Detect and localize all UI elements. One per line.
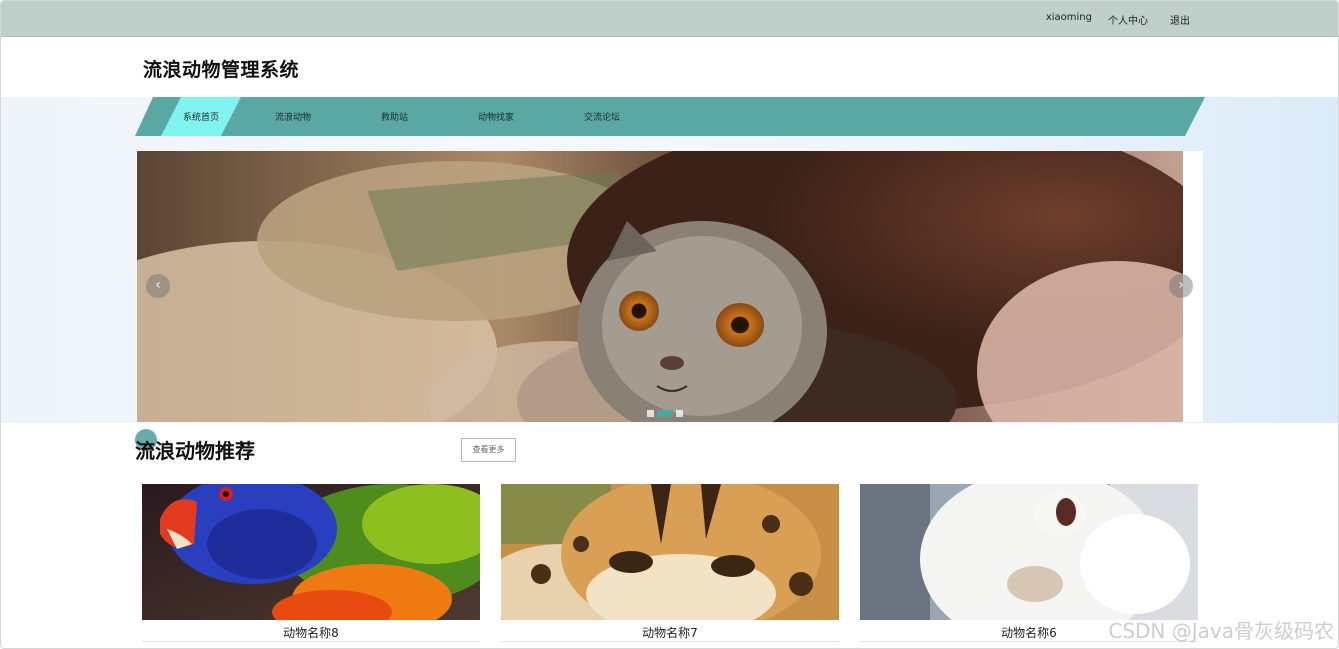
banner-indicators xyxy=(647,410,683,417)
card-divider xyxy=(142,641,480,642)
banner-carousel: ‹ › xyxy=(137,151,1203,422)
animal-name: 动物名称7 xyxy=(642,626,698,640)
user-links: xiaoming 个人中心 退出 xyxy=(1046,12,1190,27)
ocelot-image xyxy=(501,484,839,620)
animal-card-7[interactable]: 动物名称7 xyxy=(501,484,839,644)
logout-link[interactable]: 退出 xyxy=(1170,12,1190,27)
nav-item-home[interactable]: 系统首页 xyxy=(183,110,219,123)
card-divider xyxy=(501,641,839,642)
top-bar: xiaoming 个人中心 退出 xyxy=(1,1,1338,37)
csdn-watermark: CSDN @Java骨灰级码农 xyxy=(1108,619,1334,643)
banner-prev-button[interactable]: ‹ xyxy=(146,274,170,298)
site-title: 流浪动物管理系统 xyxy=(143,59,300,81)
view-more-button[interactable]: 查看更多 xyxy=(461,438,516,462)
main-nav: 系统首页 流浪动物 救助站 动物找家 交流论坛 xyxy=(135,97,1205,136)
nav-item-rescue-station[interactable]: 救助站 xyxy=(381,110,408,123)
banner-indicator-3[interactable] xyxy=(676,410,683,417)
recommend-section-title: 流浪动物推荐 xyxy=(135,439,255,463)
profile-link[interactable]: 个人中心 xyxy=(1108,12,1148,27)
parrot-image xyxy=(142,484,480,620)
username-link[interactable]: xiaoming xyxy=(1046,12,1092,27)
banner-next-button[interactable]: › xyxy=(1169,274,1193,298)
banner-cat-image xyxy=(137,151,1183,422)
banner-indicator-1[interactable] xyxy=(647,410,654,417)
browser-frame: xiaoming 个人中心 退出 流浪动物管理系统 系统首页 流浪动物 救助站 … xyxy=(0,0,1339,649)
nav-item-stray-animals[interactable]: 流浪动物 xyxy=(275,110,311,123)
animal-name: 动物名称8 xyxy=(283,626,339,640)
puppy-image xyxy=(860,484,1198,620)
banner-indicator-2[interactable] xyxy=(657,410,673,417)
nav-item-adoption[interactable]: 动物找家 xyxy=(478,110,514,123)
nav-item-forum[interactable]: 交流论坛 xyxy=(584,110,620,123)
animal-card-8[interactable]: 动物名称8 xyxy=(142,484,480,644)
